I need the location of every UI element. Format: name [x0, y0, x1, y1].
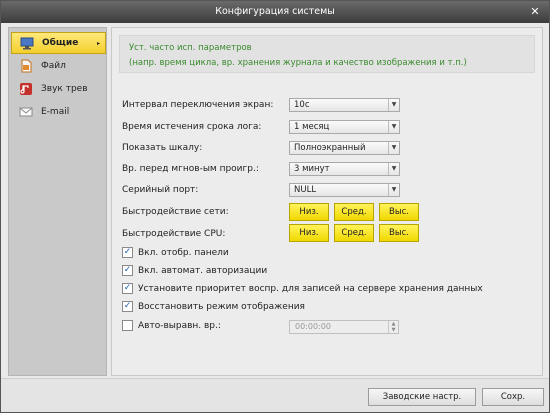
panel-checkbox-label: Вкл. отобр. панели	[138, 247, 229, 258]
monitor-icon	[20, 36, 34, 50]
net-high-button[interactable]: Выс.	[379, 203, 419, 221]
info-line-2: (напр. время цикла, вр. хранения журнала…	[129, 58, 467, 68]
system-config-window: Конфигурация системы ✕ Общие ▸ Файл Звук…	[0, 0, 550, 413]
sidebar-item-label: Общие	[42, 38, 79, 48]
instant-playback-label: Вр. перед мгнов-ым проигр.:	[122, 164, 259, 174]
interval-label: Интервал переключения экран:	[122, 100, 274, 110]
file-icon	[19, 59, 33, 73]
sidebar-item-general[interactable]: Общие ▸	[11, 32, 106, 54]
instant-playback-value: 3 минут	[294, 164, 330, 174]
cpu-high-button[interactable]: Выс.	[379, 224, 419, 242]
log-expire-label: Время истечения срока лога:	[122, 122, 262, 132]
restore-checkbox-label: Восстановить режим отображения	[138, 301, 305, 312]
general-settings-panel: Уст. часто исп. параметров (напр. время …	[111, 27, 543, 376]
sidebar-item-alarm-sound[interactable]: Звук трев	[11, 78, 106, 100]
autologin-checkbox-row[interactable]: ✓ Вкл. автомат. авторизации	[122, 265, 267, 276]
checkbox-checked[interactable]: ✓	[122, 301, 133, 312]
cpu-low-button[interactable]: Низ.	[289, 224, 329, 242]
cpu-performance-label: Быстродействие CPU:	[122, 229, 226, 239]
scale-label: Показать шкалу:	[122, 143, 203, 153]
chevron-down-icon: ▼	[388, 184, 399, 196]
factory-defaults-button[interactable]: Заводские настр.	[368, 388, 476, 406]
sidebar-item-label: Звук трев	[41, 84, 88, 94]
close-button[interactable]: ✕	[527, 1, 543, 23]
serial-port-select[interactable]: NULL ▼	[289, 183, 400, 197]
autologin-checkbox-label: Вкл. автомат. авторизации	[138, 265, 268, 276]
title-bar: Конфигурация системы ✕	[1, 1, 549, 23]
sidebar-item-file[interactable]: Файл	[11, 55, 106, 77]
checkbox-checked[interactable]: ✓	[122, 283, 133, 294]
net-low-button[interactable]: Низ.	[289, 203, 329, 221]
chevron-down-icon: ▼	[388, 99, 399, 111]
autoalign-checkbox-label: Авто-выравн. вр.:	[138, 320, 221, 331]
serial-port-label: Серийный порт:	[122, 185, 199, 195]
checkbox-checked[interactable]: ✓	[122, 265, 133, 276]
sidebar: Общие ▸ Файл Звук трев E-mail	[8, 27, 107, 376]
spinner-icon[interactable]: ▲ ▼	[388, 321, 398, 333]
log-expire-value: 1 месяц	[294, 122, 330, 132]
priority-checkbox-label: Установите приоритет воспр. для записей …	[138, 283, 483, 294]
priority-checkbox-row[interactable]: ✓ Установите приоритет воспр. для записе…	[122, 283, 483, 294]
serial-port-value: NULL	[294, 185, 317, 195]
sidebar-item-email[interactable]: E-mail	[11, 101, 106, 123]
sidebar-item-label: Файл	[41, 61, 66, 71]
net-mid-button[interactable]: Сред.	[334, 203, 374, 221]
checkbox-unchecked[interactable]	[122, 320, 133, 331]
window-title: Конфигурация системы	[215, 6, 335, 17]
sound-alarm-icon	[19, 82, 33, 96]
chevron-right-icon: ▸	[96, 39, 100, 47]
cpu-mid-button[interactable]: Сред.	[334, 224, 374, 242]
autoalign-time-input[interactable]: 00:00:00 ▲ ▼	[289, 320, 399, 334]
chevron-down-icon: ▼	[388, 121, 399, 133]
scale-value: Полноэкранный	[294, 143, 366, 153]
info-box: Уст. часто исп. параметров (напр. время …	[119, 35, 535, 73]
save-button[interactable]: Сохр.	[482, 388, 544, 406]
chevron-down-icon: ▼	[388, 142, 399, 154]
panel-checkbox-row[interactable]: ✓ Вкл. отобр. панели	[122, 247, 229, 258]
network-performance-label: Быстродействие сети:	[122, 207, 229, 217]
checkbox-checked[interactable]: ✓	[122, 247, 133, 258]
restore-checkbox-row[interactable]: ✓ Восстановить режим отображения	[122, 301, 305, 312]
info-line-1: Уст. часто исп. параметров	[129, 43, 252, 53]
chevron-down-icon: ▼	[388, 163, 399, 175]
interval-value: 10с	[294, 100, 310, 110]
envelope-icon	[19, 105, 33, 119]
scale-select[interactable]: Полноэкранный ▼	[289, 141, 400, 155]
instant-playback-select[interactable]: 3 минут ▼	[289, 162, 400, 176]
log-expire-select[interactable]: 1 месяц ▼	[289, 120, 400, 134]
time-value: 00:00:00	[295, 322, 331, 331]
interval-select[interactable]: 10с ▼	[289, 98, 400, 112]
autoalign-checkbox-row[interactable]: Авто-выравн. вр.:	[122, 320, 221, 331]
sidebar-item-label: E-mail	[41, 107, 70, 117]
